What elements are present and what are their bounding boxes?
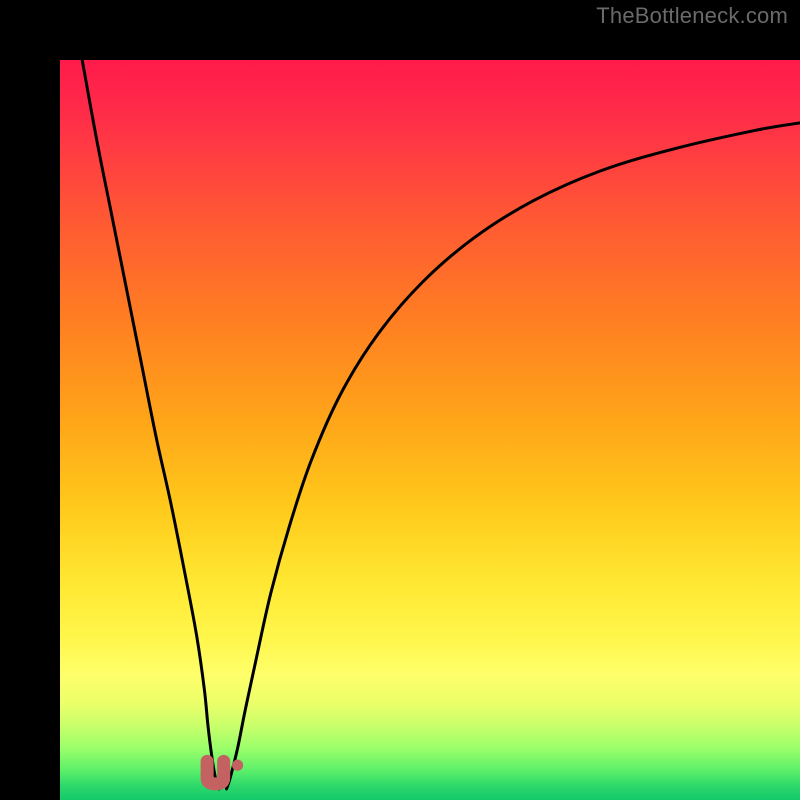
- marker-u: [207, 761, 224, 783]
- curve-layer: [60, 60, 800, 800]
- chart-frame: [0, 0, 800, 800]
- markers: [207, 760, 243, 784]
- curve-right-branch: [227, 123, 800, 789]
- plot-area: [60, 60, 800, 800]
- curve-left-branch: [82, 60, 219, 789]
- marker-dot: [232, 760, 243, 771]
- watermark-text: TheBottleneck.com: [596, 3, 788, 29]
